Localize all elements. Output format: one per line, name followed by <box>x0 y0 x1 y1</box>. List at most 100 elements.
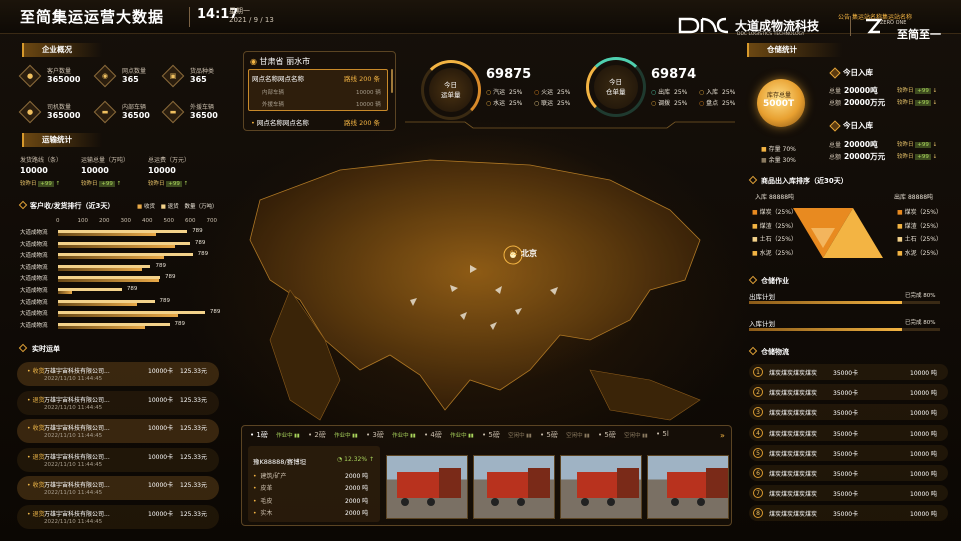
goods-pct: （25%） <box>771 236 797 243</box>
goods-pct: （25%） <box>916 222 942 230</box>
scale-tab[interactable]: • 5l <box>656 430 675 438</box>
axis-tick-label: 300 <box>120 218 132 224</box>
bar-value-label: 789 <box>194 239 206 246</box>
kpi-glyph: ◉ <box>101 72 109 80</box>
truck-cargo-icon <box>617 468 639 498</box>
scale-tab[interactable]: • 5磅 空闲中 ▮▮ <box>598 430 648 440</box>
goods-in-label: 入库 <box>755 194 768 201</box>
logistics-row[interactable]: 6 煤炭煤炭煤炭煤炭 35000卡 10000 吨 <box>749 465 948 481</box>
rank-badge: 1 <box>753 367 763 377</box>
row-time: 2022/11/10 11:44:45 <box>44 404 103 411</box>
row-qty: 10000卡 <box>148 368 174 375</box>
logistics-row[interactable]: 4 煤炭煤炭煤炭煤炭 35000卡 10000 吨 <box>749 424 948 441</box>
realtime-row[interactable]: • 退货 万雄宇宙科技有限公司... 2022/11/10 11:44:45 1… <box>17 504 219 529</box>
wh-row-value: 20000万元 <box>844 152 886 161</box>
goods-in: 入库 88888吨 <box>755 192 794 201</box>
asia-map[interactable] <box>230 140 740 430</box>
compare-label: 较昨日 <box>897 154 914 160</box>
stock-item-name: 余量 <box>768 157 781 164</box>
ring-dot-icon: ○ <box>699 89 705 96</box>
stock-item: ■ 存量 70% <box>761 144 796 153</box>
logistics-name: 煤炭煤炭煤炭煤炭 <box>769 491 818 499</box>
truck-cargo-icon <box>439 468 461 498</box>
logistics-name: 煤炭煤炭煤炭煤炭 <box>769 511 818 519</box>
logistics-qty: 35000卡 <box>833 450 859 458</box>
logistics-weight: 10000 吨 <box>910 491 937 499</box>
kpi-glyph: ▬ <box>101 108 109 116</box>
logistics-weight: 10000 吨 <box>910 410 937 418</box>
transport-label: 总运费（万元） <box>148 157 191 164</box>
goods-pct: （25%） <box>916 209 942 216</box>
logistics-name: 煤炭煤炭煤炭煤炭 <box>769 450 818 458</box>
scales-more-button[interactable]: » <box>720 431 725 440</box>
truck-photo[interactable] <box>560 455 642 519</box>
realtime-row[interactable]: • 退货 万雄宇宙科技有限公司... 2022/11/10 11:44:45 1… <box>17 447 219 472</box>
breakdown-pct: 25% <box>557 89 571 96</box>
network-scrollbar[interactable] <box>391 69 393 93</box>
overview-value: 365 <box>190 75 207 84</box>
goods-funnel-chart <box>793 208 883 258</box>
logistics-weight: 10000 吨 <box>910 450 937 458</box>
dot-icon: • <box>253 485 257 493</box>
warehouse-title: 仓储统计 <box>747 43 842 57</box>
scale-tab[interactable]: • 3磅 作业中 ▮▮ <box>366 430 416 440</box>
axis-tick-label: 600 <box>185 218 196 224</box>
network-region[interactable]: ◉ 甘肃省 丽水市 <box>250 56 310 67</box>
bar-receive <box>58 267 143 271</box>
square-icon: ■ <box>752 222 758 230</box>
goods-right-item: ■ 水泥（25%） <box>897 248 942 257</box>
truck-cab-icon <box>667 472 711 498</box>
logistics-row[interactable]: 2 煤炭煤炭煤炭煤炭 35000卡 10000 吨 <box>749 384 948 401</box>
scale-tab[interactable]: • 4磅 作业中 ▮▮ <box>424 430 474 440</box>
scale-item: • 皮革 <box>253 483 272 492</box>
transport-total: 69875 <box>486 67 532 82</box>
truck-cab-icon <box>397 472 441 498</box>
legend-unit: 数量（万吨） <box>184 204 218 210</box>
row-amount: 125.33元 <box>180 453 207 461</box>
bar-category-label: 大道成物流 <box>20 230 48 236</box>
wheel-icon <box>491 498 499 506</box>
scale-tab-label: 3磅 <box>372 431 384 439</box>
realtime-row[interactable]: • 收货 万雄宇宙科技有限公司... 2022/11/10 11:44:45 1… <box>17 419 219 443</box>
logistics-row[interactable]: 7 煤炭煤炭煤炭煤炭 35000卡 10000 吨 <box>749 485 948 502</box>
scale-item-name: 毛皮 <box>260 497 273 505</box>
breakdown-item: ○ 出库 25% <box>651 87 687 96</box>
goods-left-item: ■ 煤炭（25%） <box>752 207 797 216</box>
delta-badge: +99 <box>166 181 182 187</box>
logistics-row[interactable]: 5 煤炭煤炭煤炭煤炭 35000卡 10000 吨 <box>749 444 948 461</box>
scale-tab[interactable]: • 1磅 作业中 ▮▮ <box>250 430 300 440</box>
arrow-down-icon: ↓ <box>932 154 938 160</box>
network-route: 路线 200 条 <box>344 119 381 127</box>
bar-category-label: 大道成物流 <box>20 311 48 318</box>
truck-photo[interactable] <box>386 455 468 519</box>
scale-status: 作业中 <box>276 433 293 439</box>
truck-photo[interactable] <box>647 455 729 519</box>
logistics-row[interactable]: 3 煤炭煤炭煤炭煤炭 35000卡 10000 吨 <box>749 404 948 421</box>
goods-out-value: 88888吨 <box>907 194 934 201</box>
network-item[interactable]: • 网点名称网点名称 <box>251 117 309 127</box>
breakdown-name: 入库 <box>706 89 719 96</box>
bullet-icon: • <box>308 431 313 439</box>
scale-tab[interactable]: • 2磅 作业中 ▮▮ <box>308 430 358 440</box>
scale-tab[interactable]: • 5磅 空闲中 ▮▮ <box>482 430 532 440</box>
bar-receive <box>58 302 137 306</box>
logistics-weight: 10000 吨 <box>910 390 937 398</box>
notice-bar[interactable]: 公告 集运站名称集运站名称 <box>838 12 912 21</box>
scale-tab[interactable]: • 5磅 空闲中 ▮▮ <box>540 430 590 440</box>
wh-row-value: 20000吨 <box>844 140 878 149</box>
realtime-row[interactable]: • 退货 万雄宇宙科技有限公司... 2022/11/10 11:44:45 1… <box>17 390 219 415</box>
logistics-row[interactable]: 1 煤炭煤炭煤炭煤炭 35000卡 10000 吨 <box>749 364 948 380</box>
scale-item-value: 2000 吨 <box>345 473 369 480</box>
goods-name: 煤炭 <box>759 209 772 216</box>
breakdown-name: 汽运 <box>493 89 506 96</box>
logistics-row[interactable]: 8 煤炭煤炭煤炭煤炭 35000卡 10000 吨 <box>749 505 948 522</box>
row-qty: 10000卡 <box>148 453 174 461</box>
logistics-qty: 35000卡 <box>833 471 859 478</box>
scale-tab-label: 5磅 <box>546 431 558 439</box>
map-city-code: 02 <box>510 250 518 257</box>
truck-photo[interactable] <box>473 455 555 519</box>
realtime-row[interactable]: • 收货 万雄宇宙科技有限公司... 2022/11/10 11:44:45 1… <box>17 362 219 386</box>
transport-value: 10000 <box>81 166 109 175</box>
realtime-row[interactable]: • 收货 万雄宇宙科技有限公司... 2022/11/10 11:44:45 1… <box>17 476 219 500</box>
logistics-weight: 10000 吨 <box>910 430 937 438</box>
